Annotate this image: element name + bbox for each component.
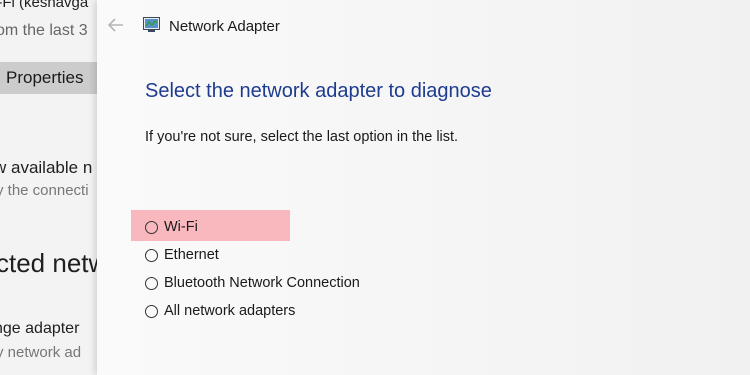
option-label: Bluetooth Network Connection — [164, 275, 360, 291]
back-arrow-icon[interactable] — [105, 14, 127, 36]
option-ethernet[interactable]: Ethernet — [145, 244, 219, 266]
properties-button-label: Properties — [6, 68, 84, 87]
background-related-settings-heading: cted netwo — [0, 248, 100, 278]
page-heading: Select the network adapter to diagnose — [145, 80, 492, 102]
option-label: Wi-Fi — [164, 219, 198, 235]
dialog-titlebar: Network Adapter — [97, 0, 750, 50]
radio-button[interactable] — [145, 248, 158, 262]
background-network-name: i-Fi (keshavga — [0, 0, 89, 11]
option-all-adapters[interactable]: All network adapters — [145, 300, 295, 322]
background-settings-window: i-Fi (keshavga om the last 3 Properties … — [0, 0, 100, 375]
radio-button[interactable] — [145, 220, 158, 234]
background-data-usage-text: om the last 3 — [0, 22, 88, 39]
properties-button[interactable]: Properties — [0, 62, 100, 94]
radio-button[interactable] — [145, 276, 158, 290]
background-show-available-desc: y the connecti — [0, 182, 89, 199]
background-change-adapter-link[interactable]: nge adapter — [0, 320, 79, 338]
radio-button[interactable] — [145, 304, 158, 318]
network-adapter-icon — [143, 17, 160, 32]
background-show-available-networks[interactable]: w available n — [0, 158, 92, 178]
network-adapter-dialog: Network Adapter Select the network adapt… — [97, 0, 750, 375]
background-change-adapter-desc: y network ad — [0, 344, 82, 361]
option-wifi[interactable]: Wi-Fi — [145, 216, 198, 238]
dialog-title: Network Adapter — [169, 18, 280, 35]
option-label: Ethernet — [164, 247, 219, 263]
option-bluetooth[interactable]: Bluetooth Network Connection — [145, 272, 360, 294]
instruction-text: If you're not sure, select the last opti… — [145, 129, 459, 145]
option-label: All network adapters — [164, 303, 296, 319]
